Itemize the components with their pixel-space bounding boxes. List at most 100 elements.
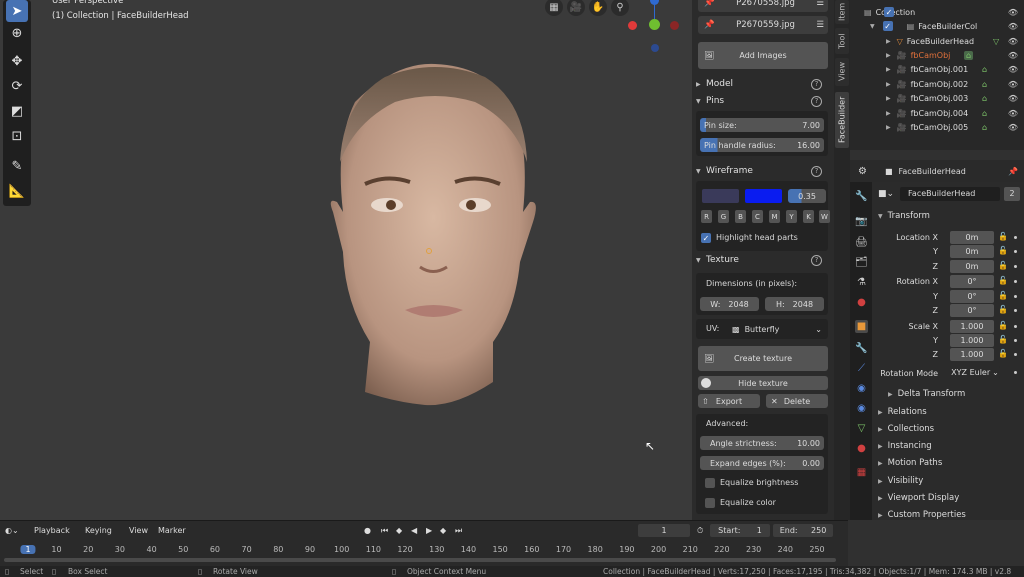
keyframe-dot[interactable] xyxy=(1014,250,1017,253)
add-images-button[interactable]: 🖼 Add Images xyxy=(698,42,828,69)
lock-icon[interactable]: 🔓 xyxy=(998,291,1008,300)
play-icon[interactable]: ▶ xyxy=(426,526,432,535)
export-button[interactable]: ⇧ Export xyxy=(698,394,760,408)
section-pins[interactable]: ▼ Pins? xyxy=(696,93,830,109)
tab-facebuilder[interactable]: FaceBuilder xyxy=(835,92,849,148)
rotation-mode-dropdown[interactable]: XYZ Euler ⌄ xyxy=(950,366,1000,379)
keyframe-dot[interactable] xyxy=(1014,280,1017,283)
rotation-z-field[interactable]: 0° xyxy=(950,304,994,317)
object-icon[interactable]: ■⌄ xyxy=(878,189,894,199)
keyframe-dot[interactable] xyxy=(1014,295,1017,298)
scale-y-field[interactable]: 1.000 xyxy=(950,334,994,347)
wireframe-color-2[interactable] xyxy=(745,189,782,203)
menu-icon[interactable]: ☰ xyxy=(816,20,824,30)
menu-view[interactable]: View xyxy=(129,526,148,535)
rotation-y-field[interactable]: 0° xyxy=(950,290,994,303)
rotate-icon[interactable]: ⟳ xyxy=(6,75,28,97)
gizmo-y-axis[interactable] xyxy=(649,19,660,30)
gizmo-z-neg[interactable] xyxy=(651,44,659,52)
outliner-row[interactable]: ▶ 🎥 fbCamObj.003 ⌂ 👁 xyxy=(850,91,1024,105)
camera-icon[interactable]: 🎥 xyxy=(567,0,585,16)
lock-icon[interactable]: 🔓 xyxy=(998,261,1008,270)
equalize-brightness-checkbox[interactable] xyxy=(705,478,715,488)
color-r-button[interactable]: R xyxy=(701,210,712,223)
users-count[interactable]: 2 xyxy=(1004,187,1021,201)
pin-icon[interactable]: 📌 xyxy=(1008,167,1018,176)
expand-icon[interactable]: ▶ xyxy=(886,110,891,117)
color-y-button[interactable]: Y xyxy=(786,210,797,223)
keyframe-dot[interactable] xyxy=(1014,371,1017,374)
expand-icon[interactable]: ▶ xyxy=(886,81,891,88)
object-name-field[interactable]: FaceBuilderHead xyxy=(900,187,1001,201)
face-head-mesh[interactable] xyxy=(325,62,540,407)
keyframe-dot[interactable] xyxy=(1014,236,1017,239)
eye-icon[interactable]: 👁 xyxy=(1008,109,1018,118)
help-icon[interactable]: ? xyxy=(811,95,822,107)
clock-icon[interactable]: ◐⌄ xyxy=(5,526,19,535)
location-z-field[interactable]: 0m xyxy=(950,260,994,273)
cursor-icon[interactable]: ⊕ xyxy=(6,22,28,44)
outliner-row[interactable]: ▶ 🎥 fbCamObj ⌂ 👁 xyxy=(850,48,1024,62)
keyframe-dot[interactable] xyxy=(1014,309,1017,312)
play-reverse-icon[interactable]: ◀ xyxy=(411,526,417,535)
start-frame-field[interactable]: Start: 1 xyxy=(710,524,770,537)
equalize-color-checkbox[interactable] xyxy=(705,498,715,508)
instancing-section[interactable]: ▶ Instancing xyxy=(878,441,932,451)
uv-dropdown[interactable]: ▩ Butterfly ⌄ xyxy=(732,322,824,336)
gizmo-x-axis[interactable] xyxy=(670,21,679,30)
current-frame-marker[interactable]: 1 xyxy=(20,545,36,554)
record-icon[interactable]: ● xyxy=(364,526,371,535)
lock-icon[interactable]: 🔓 xyxy=(998,232,1008,241)
help-icon[interactable]: ? xyxy=(811,78,822,90)
outliner-row[interactable]: ▶ 🎥 fbCamObj.002 ⌂ 👁 xyxy=(850,77,1024,91)
output-icon[interactable]: 🖨 xyxy=(855,236,868,249)
keyframe-dot[interactable] xyxy=(1014,325,1017,328)
menu-icon[interactable]: ☰ xyxy=(816,0,824,8)
visibility-section[interactable]: ▶ Visibility xyxy=(878,476,923,486)
color-k-button[interactable]: K xyxy=(803,210,814,223)
jump-end-icon[interactable]: ⏭ xyxy=(455,526,462,536)
texture-icon[interactable]: ▦ xyxy=(855,466,868,479)
color-m-button[interactable]: M xyxy=(769,210,780,223)
scale-icon[interactable]: ◩ xyxy=(6,100,28,122)
keyframe-dot[interactable] xyxy=(1014,265,1017,268)
keyframe-dot[interactable] xyxy=(1014,353,1017,356)
menu-marker[interactable]: Marker xyxy=(158,526,186,535)
particles-icon[interactable]: ⟋ xyxy=(855,362,868,375)
expand-icon[interactable]: ▶ xyxy=(886,66,891,73)
eye-icon[interactable]: 👁 xyxy=(1008,123,1018,132)
timeline-scrollbar[interactable] xyxy=(4,558,836,562)
transform-icon[interactable]: ⊡ xyxy=(6,125,28,147)
viewport-display-section[interactable]: ▶ Viewport Display xyxy=(878,493,959,503)
annotate-icon[interactable]: ✎ xyxy=(6,155,28,177)
navigation-gizmo[interactable] xyxy=(620,0,679,60)
keyframe-dot[interactable] xyxy=(1014,339,1017,342)
collections-section[interactable]: ▶ Collections xyxy=(878,424,934,434)
expand-icon[interactable]: ▼ xyxy=(870,23,875,30)
eye-icon[interactable]: 👁 xyxy=(1008,51,1018,60)
pin-handle-radius-slider[interactable]: Pin handle radius: 16.00 xyxy=(700,138,824,152)
eye-icon[interactable]: 👁 xyxy=(1008,94,1018,103)
expand-icon[interactable]: ▶ xyxy=(886,38,891,45)
image-row-1[interactable]: 📌 P2670558.jpg ☰ xyxy=(698,0,828,12)
prev-keyframe-icon[interactable]: ◆ xyxy=(396,526,402,535)
grid-icon[interactable]: ▦ xyxy=(545,0,563,16)
render-icon[interactable]: 📷 xyxy=(855,215,868,228)
expand-icon[interactable]: ▶ xyxy=(886,95,891,102)
help-icon[interactable]: ? xyxy=(811,165,822,177)
eye-icon[interactable]: 👁 xyxy=(1008,65,1018,74)
section-model[interactable]: ▶ Model? xyxy=(696,76,830,92)
expand-icon[interactable]: ▶ xyxy=(886,52,891,59)
outliner-row[interactable]: ▶ 🎥 fbCamObj.004 ⌂ 👁 xyxy=(850,106,1024,120)
angle-strictness-field[interactable]: Angle strictness: 10.00 xyxy=(700,436,824,450)
wireframe-opacity-slider[interactable]: 0.35 xyxy=(788,189,826,203)
hand-icon[interactable]: ✋ xyxy=(589,0,607,16)
editor-type-icon[interactable]: ⚙ xyxy=(858,166,867,177)
menu-playback[interactable]: Playback xyxy=(34,526,70,535)
scale-z-field[interactable]: 1.000 xyxy=(950,348,994,361)
world-icon[interactable]: ● xyxy=(855,296,868,309)
scene-icon[interactable]: ⚗ xyxy=(855,276,868,289)
jump-start-icon[interactable]: ⏮ xyxy=(381,526,388,536)
lock-icon[interactable]: 🔓 xyxy=(998,335,1008,344)
rotation-x-field[interactable]: 0° xyxy=(950,275,994,288)
